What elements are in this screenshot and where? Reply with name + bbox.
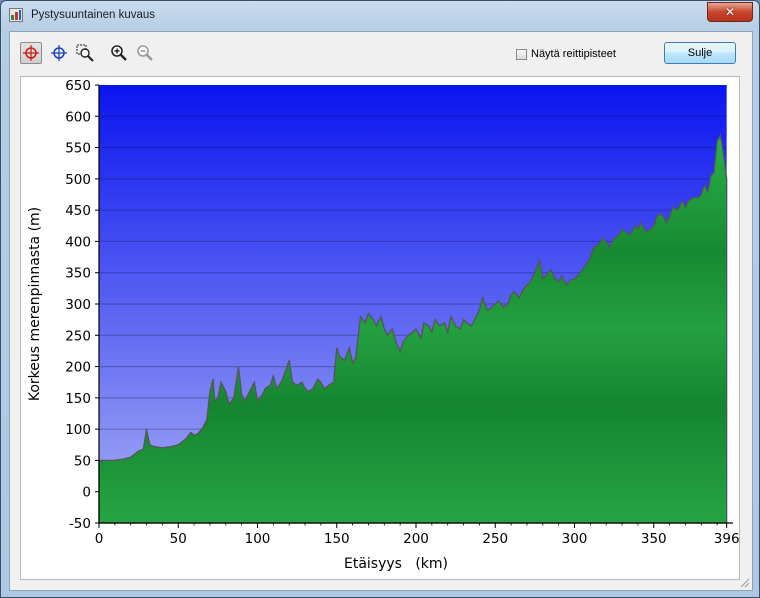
- y-tick-label: 100: [65, 422, 91, 438]
- resize-grip-icon[interactable]: [738, 576, 750, 588]
- y-tick-label: 150: [65, 391, 91, 407]
- checkbox-box[interactable]: [516, 48, 527, 60]
- close-dialog-button[interactable]: Sulje: [664, 42, 736, 64]
- zoom-area-icon: [76, 44, 94, 62]
- y-tick-label: 200: [65, 360, 91, 376]
- window-close-button[interactable]: ✕: [707, 2, 753, 22]
- y-tick-label: 500: [65, 172, 91, 188]
- crosshair-blue-icon: [51, 45, 67, 61]
- zoom-out-tool[interactable]: [134, 42, 156, 64]
- zoom-in-icon: [111, 45, 127, 61]
- y-tick-label: 450: [65, 203, 91, 219]
- elevation-chart[interactable]: 650600550500450400350300250200150100500-…: [21, 77, 740, 579]
- close-icon: ✕: [724, 5, 736, 19]
- x-tick-label: 396: [714, 531, 739, 547]
- title-bar[interactable]: Pystysuuntainen kuvaus ✕: [1, 1, 759, 29]
- y-tick-label: -50: [69, 516, 91, 532]
- x-tick-label: 350: [641, 531, 667, 547]
- zoom-area-tool[interactable]: [74, 42, 96, 64]
- x-axis-label: Etäisyys (km): [344, 556, 448, 572]
- crosshair-red-tool[interactable]: [20, 42, 42, 64]
- zoom-out-icon: [137, 45, 153, 61]
- client-area: Näytä reittipisteet Sulje 650 600 550 50…: [9, 31, 753, 591]
- crosshair-blue-tool[interactable]: [48, 42, 70, 64]
- y-tick-label: 400: [65, 234, 91, 250]
- y-axis-label: Korkeus merenpinnasta (m): [27, 207, 43, 401]
- x-tick-label: 300: [562, 531, 588, 547]
- toolbar: Näytä reittipisteet Sulje: [10, 32, 752, 76]
- x-tick-label: 150: [324, 531, 350, 547]
- y-tick-label: 50: [74, 453, 91, 469]
- y-tick-label: 600: [65, 109, 91, 125]
- crosshair-red-icon: [23, 45, 39, 61]
- y-tick-label: 650: [65, 78, 91, 94]
- x-tick-label: 200: [403, 531, 429, 547]
- x-tick-label: 100: [245, 531, 271, 547]
- show-waypoints-checkbox[interactable]: Näytä reittipisteet: [516, 48, 616, 60]
- show-waypoints-label: Näytä reittipisteet: [531, 48, 616, 60]
- app-icon: [9, 8, 23, 22]
- zoom-in-tool[interactable]: [108, 42, 130, 64]
- y-tick-label: 300: [65, 297, 91, 313]
- x-tick-label: 250: [482, 531, 508, 547]
- y-tick-label: 250: [65, 328, 91, 344]
- y-tick-label: 0: [82, 485, 91, 501]
- x-tick-label: 0: [95, 531, 104, 547]
- y-tick-label: 550: [65, 141, 91, 157]
- y-tick-label: 350: [65, 266, 91, 282]
- x-tick-label: 50: [170, 531, 187, 547]
- chart-panel: 650 600 550 500 450 400 350 300 250 200 150 100 50 0-…: [20, 76, 740, 580]
- elevation-profile-window: Pystysuuntainen kuvaus ✕ Näytä reittipis…: [0, 0, 760, 598]
- window-title: Pystysuuntainen kuvaus: [31, 9, 156, 21]
